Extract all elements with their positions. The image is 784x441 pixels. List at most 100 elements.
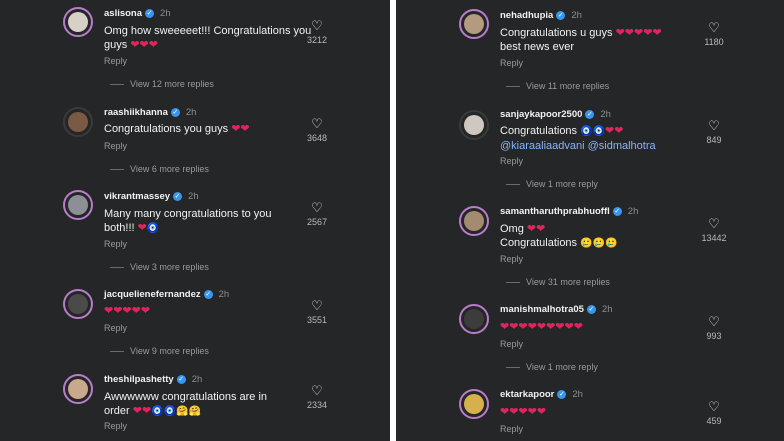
verified-badge-icon: ✓ [176,374,186,384]
reply-button[interactable]: Reply [500,156,523,166]
heart-outline-icon: ♡ [708,118,720,133]
like-button[interactable]: ♡ 849 [694,118,734,146]
reply-button[interactable]: Reply [500,339,523,349]
verified-badge-icon: ✓ [585,109,595,119]
verified-badge-icon: ✓ [586,304,596,314]
avatar[interactable] [459,389,489,419]
hearts-emoji: ❤❤❤ [130,39,158,51]
like-button[interactable]: ♡ 3212 [297,18,337,46]
like-count: 2567 [306,217,328,227]
heart-outline-icon: ♡ [708,399,720,414]
view-replies-button[interactable]: View 1 more reply [506,179,598,189]
reply-button[interactable]: Reply [104,239,127,249]
like-count: 1180 [704,37,724,47]
comment-text: Many many congratulations to you both!!!… [104,208,272,234]
like-button[interactable]: ♡ 459 [694,399,734,427]
like-count: 849 [706,135,722,145]
comment-text: ❤❤❤❤❤ [500,405,710,419]
username[interactable]: sanjaykapoor2500 ✓ 2h [500,109,611,120]
hearts-emoji: ❤❤ [526,223,546,235]
username[interactable]: vikrantmassey ✓ 2h [104,191,199,202]
avatar[interactable] [63,374,93,404]
hug-emoji: 🤗🤗 [176,406,201,417]
heart-outline-icon: ♡ [708,314,720,329]
hearts-emoji: ❤❤❤❤❤ [615,27,662,39]
reply-button[interactable]: Reply [500,424,523,434]
timestamp: 2h [601,304,613,315]
timestamp: 2h [571,10,582,21]
username[interactable]: jacquelienefernandez ✓ 2h [104,289,229,300]
timestamp: 2h [572,389,583,400]
view-replies-button[interactable]: View 31 more replies [506,277,610,287]
verified-badge-icon: ✓ [557,389,567,399]
avatar[interactable] [459,206,489,236]
comment-text: Omg ❤❤ Congratulations 🥲🥲🥲 [500,223,618,249]
username[interactable]: samantharuthprabhuoffl ✓ 2h [500,206,638,217]
heart-outline-icon: ♡ [311,383,323,398]
heart-emoji: ❤ [137,222,147,234]
hearts-emoji: ❤❤ [132,405,152,417]
like-count: 459 [706,416,722,426]
comments-panel-right: nehadhupia ✓ 2h Congratulations u guys ❤❤❤… [396,0,784,441]
verified-badge-icon: ✓ [556,10,566,20]
comment-text: ❤❤❤❤❤ [104,304,314,318]
reply-button[interactable]: Reply [104,323,127,333]
like-count: 3648 [306,133,328,143]
avatar[interactable] [63,107,93,137]
username[interactable]: raashiikhanna ✓ 2h [104,107,196,118]
username[interactable]: manishmalhotra05 ✓ 2h [500,304,613,315]
avatar[interactable] [63,190,93,220]
evil-eye-emoji: 🧿🧿 [580,126,606,137]
comment-text: Congratulations 🧿🧿❤❤ @kiaraaliaadvani @si… [500,125,656,152]
view-replies-button[interactable]: View 3 more replies [110,262,209,272]
avatar[interactable] [459,110,489,140]
mentions-link[interactable]: @kiaraaliaadvani @sidmalhotra [500,140,656,152]
view-replies-button[interactable]: View 6 more replies [110,164,209,174]
hearts-emoji: ❤❤❤❤❤ [500,406,547,418]
username[interactable]: aslisona ✓ 2h [104,8,171,19]
username[interactable]: nehadhupia ✓ 2h [500,10,582,21]
view-replies-button[interactable]: View 1 more reply [506,362,598,372]
timestamp: 2h [627,206,639,217]
reply-button[interactable]: Reply [104,56,127,66]
view-replies-button[interactable]: View 12 more replies [110,79,214,89]
comment-text: Omg how sweeeeet!!! Congratulations you … [104,25,312,51]
evil-eye-emoji: 🧿🧿 [151,406,177,417]
timestamp: 2h [218,289,230,300]
reply-button[interactable]: Reply [500,58,523,68]
heart-outline-icon: ♡ [311,200,323,215]
hearts-emoji: ❤❤ [605,125,624,137]
comment-text: Congratulations you guys ❤❤ [104,123,250,135]
avatar[interactable] [63,289,93,319]
heart-outline-icon: ♡ [311,18,323,33]
like-button[interactable]: ♡ 1180 [694,21,734,48]
like-button[interactable]: ♡ 2334 [297,383,337,411]
comment-text: ❤❤❤❤❤❤❤❤❤ [500,320,710,334]
like-button[interactable]: ♡ 13442 [694,216,734,244]
like-button[interactable]: ♡ 993 [694,314,734,342]
like-button[interactable]: ♡ 3551 [297,298,337,326]
username[interactable]: ektarkapoor ✓ 2h [500,389,583,400]
timestamp: 2h [185,107,197,118]
like-button[interactable]: ♡ 2567 [297,200,337,228]
reply-button[interactable]: Reply [104,141,127,151]
avatar[interactable] [459,304,489,334]
reply-button[interactable]: Reply [500,254,523,264]
view-replies-button[interactable]: View 11 more replies [506,81,609,91]
view-replies-button[interactable]: View 9 more replies [110,346,209,356]
verified-badge-icon: ✓ [170,107,180,117]
hearts-emoji: ❤❤❤❤❤ [104,305,151,317]
heart-outline-icon: ♡ [708,216,720,231]
reply-button[interactable]: Reply [104,421,127,431]
like-button[interactable]: ♡ 3648 [297,117,337,144]
like-count: 2334 [306,400,328,410]
comment-text: Congratulations u guys ❤❤❤❤❤ best news ev… [500,27,662,53]
heart-outline-icon: ♡ [311,298,323,313]
verified-badge-icon: ✓ [173,191,183,201]
like-count: 993 [706,331,722,341]
like-count: 3212 [306,35,328,45]
smiling-emoji: 🥲🥲🥲 [580,238,618,249]
avatar[interactable] [63,7,93,37]
avatar[interactable] [459,9,489,39]
username[interactable]: theshilpashetty ✓ 2h [104,374,202,385]
